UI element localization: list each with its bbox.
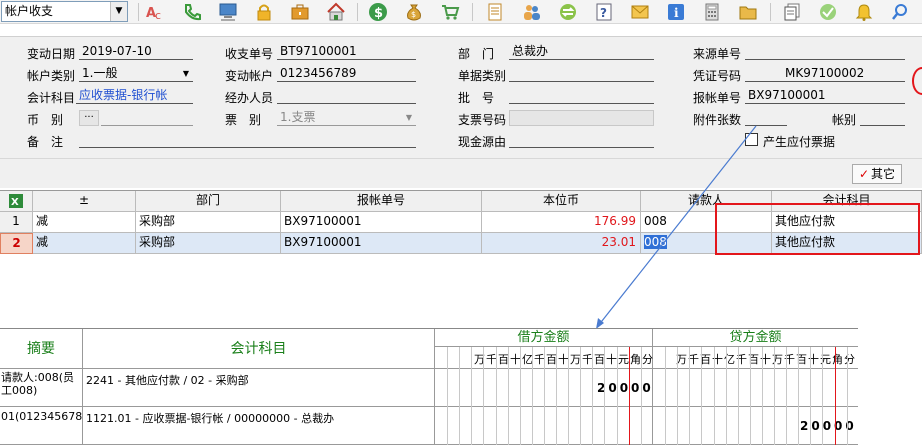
credit-digit-units: 万千百十亿千百十万千百十元角分: [676, 353, 856, 366]
subject-header-text: 会计科目: [230, 341, 287, 357]
digit-column-line: [689, 347, 691, 445]
digit-column-line: [507, 347, 509, 445]
debit-header: 借方金额: [435, 329, 653, 347]
digit-column-line: [846, 347, 848, 445]
digit-column-line: [677, 347, 679, 445]
digit-column-line: [834, 347, 836, 445]
digit-column-line: [471, 347, 473, 445]
digit-column-line: [543, 347, 545, 445]
digit-column-line: [604, 347, 606, 445]
voucher-row-subject[interactable]: 2241 - 其他应付款 / 02 - 采购部: [83, 369, 435, 407]
voucher-preview: 摘要 会计科目 借方金额 贷方金额 万千百十亿千百十万千百十元角分 万千百十亿千…: [0, 328, 858, 445]
voucher-row-summary[interactable]: 01(0123456789: [0, 407, 83, 445]
digit-column-line: [774, 347, 775, 445]
digit-column-line: [798, 347, 800, 445]
digit-column-line: [447, 347, 449, 445]
voucher-row-summary[interactable]: 请款人:008(员工008): [0, 369, 83, 407]
digit-column-line: [616, 347, 618, 445]
voucher-row-subject[interactable]: 1121.01 - 应收票据-银行帐 / 00000000 - 总裁办: [83, 407, 435, 445]
digit-column-line: [531, 347, 533, 445]
voucher-row-debit-amount: 20000: [597, 381, 654, 395]
digit-column-line: [749, 347, 751, 445]
digit-column-line: [483, 347, 485, 445]
subject-header: 会计科目: [83, 329, 435, 369]
digit-column-line: [580, 347, 582, 445]
digit-column-line: [810, 347, 812, 445]
digit-column-line: [519, 347, 521, 445]
debit-header-text: 借方金额: [517, 330, 570, 345]
digit-column-line: [592, 347, 594, 445]
digit-column-line: [786, 347, 788, 445]
digit-column-line: [459, 347, 461, 445]
summary-header: 摘要: [0, 329, 83, 369]
voucher-row-credit-amount: 20000: [800, 419, 857, 433]
credit-header: 贷方金额: [653, 329, 858, 347]
digit-column-line: [822, 347, 824, 445]
summary-header-text: 摘要: [27, 341, 55, 357]
digit-column-line: [737, 347, 739, 445]
digit-column-line: [713, 347, 715, 445]
digit-column-line: [665, 347, 667, 445]
digit-column-line: [568, 347, 570, 445]
credit-header-text: 贷方金额: [729, 330, 782, 345]
digit-column-line: [640, 347, 642, 445]
digit-column-line: [495, 347, 497, 445]
digit-column-line: [556, 347, 557, 445]
digit-column-line: [701, 347, 703, 445]
digit-column-line: [761, 347, 763, 445]
voucher-row-credit[interactable]: [653, 369, 858, 407]
debit-digit-units: 万千百十亿千百十万千百十元角分: [474, 353, 654, 366]
digit-column-line: [725, 347, 727, 445]
digit-column-line: [628, 347, 630, 445]
